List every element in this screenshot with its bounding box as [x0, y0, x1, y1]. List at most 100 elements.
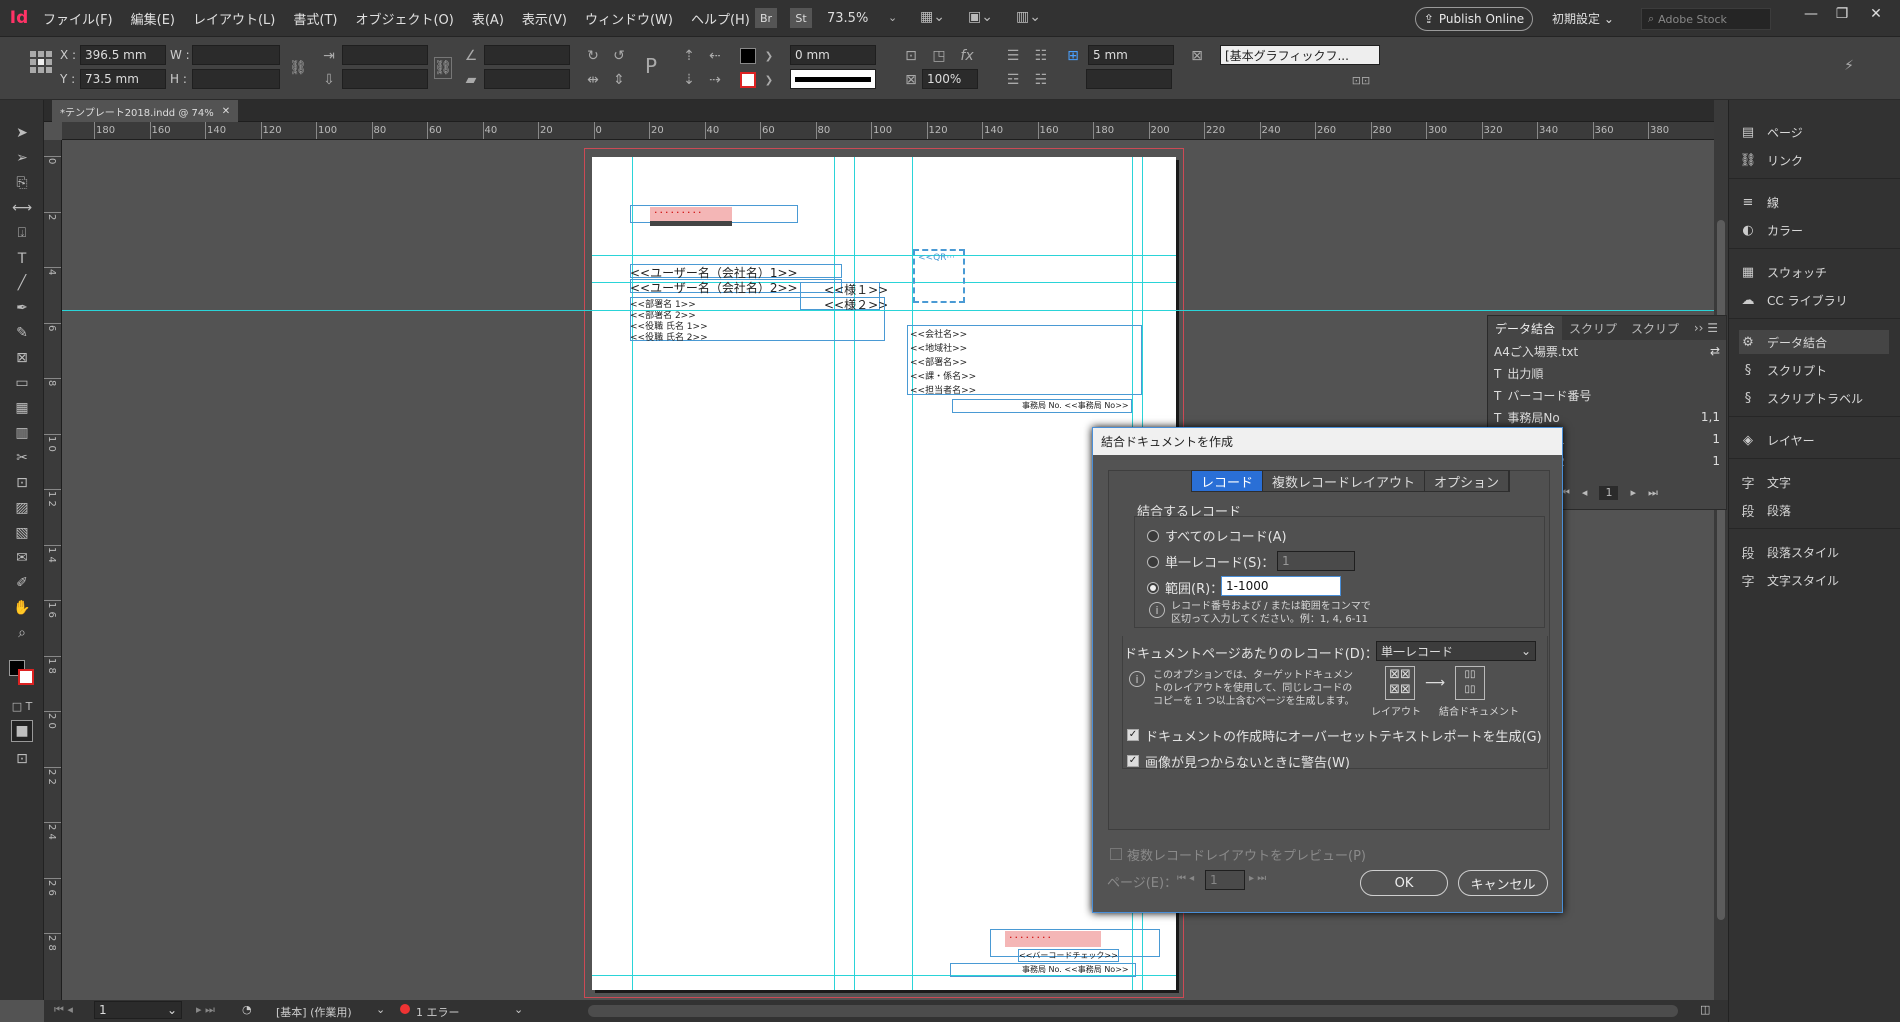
- y-field[interactable]: 73.5 mm: [80, 69, 166, 89]
- preflight-dropdown-icon[interactable]: ⌄: [376, 1003, 385, 1016]
- pen-tool-icon[interactable]: ✒: [11, 297, 33, 319]
- gradient-tool-icon[interactable]: ▨: [11, 497, 33, 519]
- update-source-icon[interactable]: ⇄: [1710, 344, 1720, 358]
- data-field-row[interactable]: T 出力順: [1488, 362, 1726, 384]
- menu-window[interactable]: ウィンドウ(W): [576, 0, 682, 37]
- vertical-grid-tool-icon[interactable]: ▥: [11, 422, 33, 444]
- flip-vertical-icon[interactable]: ⇕: [608, 69, 630, 91]
- panel-item-swatch[interactable]: ▦ スウォッチ: [1739, 260, 1889, 284]
- maximize-icon[interactable]: ❐: [1828, 4, 1856, 24]
- tab-script-label[interactable]: スクリプ: [1624, 316, 1686, 340]
- radio-range[interactable]: [1147, 582, 1159, 594]
- last-page-icon[interactable]: ▸ ⏭: [196, 1003, 215, 1017]
- panel-item-paragraph[interactable]: 段段落: [1739, 498, 1889, 522]
- horizontal-scrollbar[interactable]: [588, 1005, 1678, 1017]
- arrange-documents-icon[interactable]: ▥⌄: [1016, 9, 1041, 25]
- height-field[interactable]: [192, 69, 280, 89]
- horizontal-grid-tool-icon[interactable]: ▦: [11, 397, 33, 419]
- free-transform-tool-icon[interactable]: ⊡: [11, 472, 33, 494]
- fx-icon[interactable]: fx: [956, 45, 978, 67]
- line-tool-icon[interactable]: ╱: [11, 272, 33, 294]
- tab-script[interactable]: スクリプ: [1562, 316, 1624, 340]
- vertical-scrollbar[interactable]: [1714, 100, 1728, 1000]
- select-container-icon[interactable]: ⇡: [678, 45, 700, 67]
- text-wrap-shape-icon[interactable]: ☲: [1002, 69, 1024, 91]
- apply-color-icon[interactable]: ■: [11, 720, 33, 742]
- zoom-tool-icon[interactable]: ⌕: [11, 622, 33, 644]
- publish-online-button[interactable]: ⇪ Publish Online: [1415, 7, 1533, 31]
- screen-mode-tool-icon[interactable]: ⊡: [11, 748, 33, 770]
- stock-search-input[interactable]: ⌕ Adobe Stock: [1641, 8, 1771, 30]
- range-input[interactable]: 1-1000: [1221, 576, 1341, 596]
- reference-point-icon[interactable]: [30, 51, 52, 73]
- stock-button[interactable]: St: [790, 8, 812, 28]
- select-content-icon[interactable]: ⇣: [678, 69, 700, 91]
- menu-type[interactable]: 書式(T): [284, 0, 346, 37]
- stroke-swatch[interactable]: [740, 72, 756, 88]
- menu-file[interactable]: ファイル(F): [34, 0, 122, 37]
- page-tool-icon[interactable]: ⎘: [11, 172, 33, 194]
- constrain-scale-icon[interactable]: ⛓: [434, 57, 452, 79]
- open-page-icon[interactable]: ◔: [242, 1003, 252, 1016]
- error-count[interactable]: 1 エラー: [416, 1004, 460, 1020]
- gradient-feather-tool-icon[interactable]: ▧: [11, 522, 33, 544]
- menu-help[interactable]: ヘルプ(H): [682, 0, 759, 37]
- menu-view[interactable]: 表示(V): [513, 0, 576, 37]
- close-window-icon[interactable]: ✕: [1862, 4, 1890, 24]
- close-tab-icon[interactable]: ✕: [222, 106, 230, 117]
- tab-multiple-record-layout[interactable]: 複数レコードレイアウト: [1263, 471, 1426, 491]
- direct-selection-tool-icon[interactable]: ➢: [11, 147, 33, 169]
- tab-records[interactable]: レコード: [1192, 471, 1264, 491]
- scissors-tool-icon[interactable]: ✂: [11, 447, 33, 469]
- frame-fitting-icon[interactable]: ⊡: [900, 45, 922, 67]
- gutter-field[interactable]: 5 mm: [1088, 45, 1174, 65]
- x-field[interactable]: 396.5 mm: [80, 45, 166, 65]
- rotate-cw-icon[interactable]: ↻: [582, 45, 604, 67]
- flip-horizontal-icon[interactable]: ⇹: [582, 69, 604, 91]
- object-style-dropdown[interactable]: [基本グラフィックフ...: [1220, 45, 1380, 65]
- record-navigator[interactable]: ⏮ ◂ 1 ▸ ⏭: [1560, 486, 1658, 500]
- type-tool-icon[interactable]: T: [11, 248, 33, 270]
- minimize-icon[interactable]: —: [1797, 4, 1825, 24]
- view-options-icon[interactable]: ▦⌄: [920, 9, 945, 25]
- panel-item-paragraph-style[interactable]: 段段落スタイル: [1739, 540, 1889, 564]
- constrain-proportions-icon[interactable]: ⛓: [287, 57, 309, 79]
- rectangle-frame-tool-icon[interactable]: ⊠: [11, 347, 33, 369]
- menu-layout[interactable]: レイアウト(L): [184, 0, 284, 37]
- data-field-row[interactable]: T バーコード番号: [1488, 384, 1726, 406]
- lightning-icon[interactable]: ⚡: [1838, 55, 1860, 77]
- error-dropdown-icon[interactable]: ⌄: [514, 1003, 523, 1016]
- fill-swatch[interactable]: [740, 48, 756, 64]
- panel-item-page[interactable]: ▤ ページ: [1739, 120, 1889, 144]
- missing-image-checkbox[interactable]: ✓: [1127, 755, 1139, 767]
- records-per-page-dropdown[interactable]: 単一レコード ⌄: [1376, 641, 1536, 661]
- text-wrap-jump-icon[interactable]: ☵: [1030, 69, 1052, 91]
- ok-button[interactable]: OK: [1360, 870, 1448, 896]
- auto-fit-icon[interactable]: ⊞: [1062, 45, 1084, 67]
- rectangle-tool-icon[interactable]: ▭: [11, 372, 33, 394]
- panel-item-stroke[interactable]: ≡ 線: [1739, 190, 1889, 214]
- drop-shadow-icon[interactable]: ◳: [928, 45, 950, 67]
- rotate-ccw-icon[interactable]: ↺: [608, 45, 630, 67]
- tab-data-merge[interactable]: データ結合: [1488, 316, 1563, 340]
- panel-item-data-merge[interactable]: ⚙ データ結合: [1739, 330, 1889, 354]
- scale-x-field[interactable]: [342, 45, 428, 65]
- text-wrap-box-icon[interactable]: ☷: [1030, 45, 1052, 67]
- overset-report-checkbox[interactable]: ✓: [1127, 729, 1139, 741]
- radio-all-records[interactable]: [1147, 530, 1159, 542]
- stroke-type-dropdown[interactable]: [790, 69, 876, 89]
- stroke-weight-field[interactable]: 0 mm: [790, 45, 876, 65]
- panel-item-cc-library[interactable]: ☁ CC ライブラリ: [1739, 288, 1889, 312]
- zoom-level[interactable]: 73.5%: [827, 11, 868, 26]
- width-field[interactable]: [192, 45, 280, 65]
- data-field-row[interactable]: T 事務局No 1,1: [1488, 406, 1726, 428]
- document-page[interactable]: ········· <<ユーザー名（会社名）1>> <<ユーザー名（会社名）2>…: [592, 157, 1176, 990]
- split-window-icon[interactable]: ◫: [1700, 1003, 1710, 1016]
- stroke-dropdown-icon[interactable]: ❯: [758, 69, 780, 91]
- menu-table[interactable]: 表(A): [463, 0, 513, 37]
- shear-field[interactable]: [484, 69, 570, 89]
- reference-dropdown[interactable]: [1086, 69, 1172, 89]
- panel-item-script-label[interactable]: § スクリプトラベル: [1739, 386, 1889, 410]
- panel-item-script[interactable]: § スクリプト: [1739, 358, 1889, 382]
- vertical-ruler[interactable]: 0 2 4 6 8 1 0 1 2 1 4 1 6 1 8 2 0 2 2 2 4 2 6 2 8: [44, 140, 62, 1000]
